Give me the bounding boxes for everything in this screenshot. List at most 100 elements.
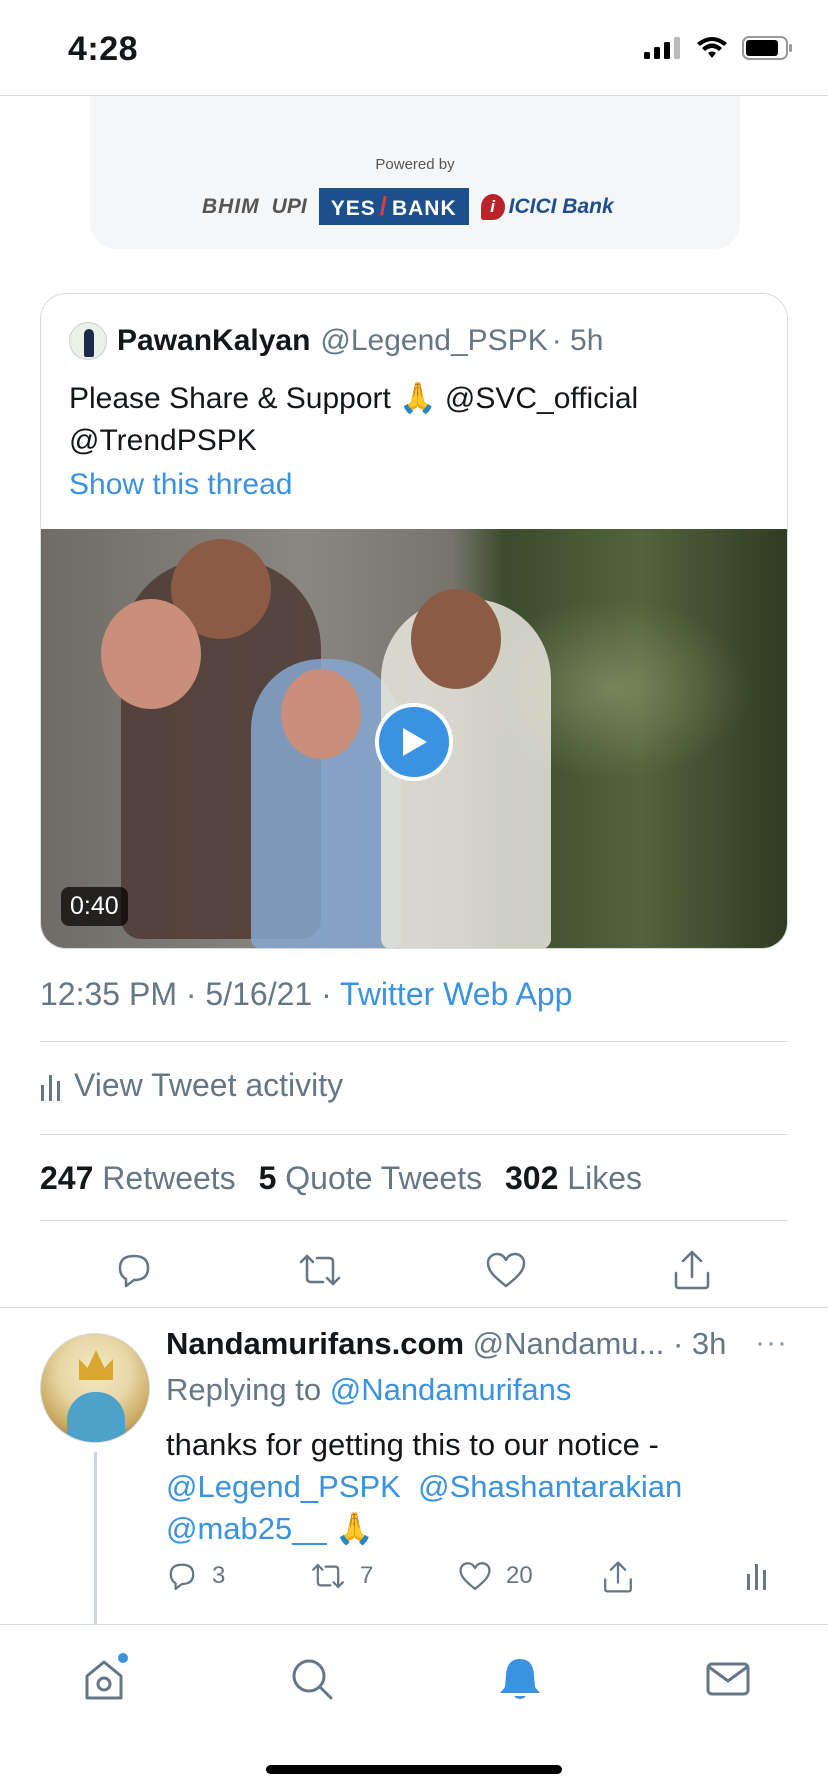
mention-link[interactable]: @Legend_PSPK	[166, 1469, 401, 1504]
tab-messages[interactable]	[700, 1651, 756, 1707]
bhim-logo: BHIM	[202, 194, 260, 218]
reply-retweet-button[interactable]: 7	[310, 1560, 373, 1592]
analytics-icon	[41, 1074, 60, 1101]
quoted-tweet-text-line1: Please Share & Support 🙏 @SVC_official	[69, 382, 639, 415]
bank-logos: BHIM UPI YES / BANK i ICICI Bank	[202, 188, 614, 225]
icici-logo: i ICICI Bank	[480, 193, 614, 220]
powered-by-label: Powered by	[375, 156, 455, 173]
bottom-tab-bar	[0, 1624, 828, 1792]
reply-author-avatar[interactable]	[40, 1333, 150, 1443]
reply-button[interactable]	[108, 1244, 160, 1296]
quoted-tweet-card[interactable]: PawanKalyan @Legend_PSPK · 5h Please Sha…	[40, 293, 788, 949]
retweets-stat[interactable]: 247 Retweets	[40, 1160, 236, 1196]
retweets-count: 247	[40, 1160, 94, 1196]
quoted-tweet-header: PawanKalyan @Legend_PSPK · 5h	[69, 322, 603, 360]
quote-tweets-count: 5	[258, 1160, 277, 1196]
likes-stat[interactable]: 302 Likes	[505, 1160, 642, 1196]
thread-line	[94, 1452, 97, 1632]
view-tweet-activity-label: View Tweet activity	[74, 1067, 344, 1103]
analytics-icon	[747, 1564, 766, 1590]
quoted-tweet-text-line2: @TrendPSPK	[69, 424, 257, 457]
status-bar: 4:28	[0, 0, 828, 96]
like-icon	[486, 1252, 526, 1288]
reply-icon	[118, 1254, 150, 1288]
quoted-author-avatar[interactable]	[69, 322, 107, 360]
status-time: 4:28	[68, 30, 139, 68]
quoted-author-name[interactable]: PawanKalyan	[117, 324, 310, 358]
tab-home[interactable]	[76, 1651, 132, 1707]
tweet-source-link[interactable]: Twitter Web App	[340, 976, 572, 1012]
like-count: 20	[506, 1562, 533, 1589]
video-player[interactable]: 0:40	[41, 529, 787, 948]
home-indicator	[266, 1765, 562, 1774]
play-icon	[403, 728, 427, 756]
likes-count: 302	[505, 1160, 559, 1196]
play-button[interactable]	[375, 703, 453, 781]
reply-share-button[interactable]	[602, 1560, 634, 1594]
tab-search[interactable]	[284, 1651, 340, 1707]
tweet-actions	[0, 1244, 828, 1310]
video-figure	[411, 589, 501, 689]
reply-text: thanks for getting this to our notice - …	[166, 1424, 786, 1550]
likes-label: Likes	[567, 1160, 642, 1196]
avatar-figure	[67, 1392, 125, 1442]
retweet-button[interactable]	[294, 1244, 346, 1296]
quoted-tweet-time: · 5h	[551, 324, 604, 357]
messages-icon	[706, 1662, 750, 1696]
icici-mark-icon: i	[480, 193, 505, 220]
divider	[40, 1220, 788, 1221]
reply-like-button[interactable]: 20	[458, 1560, 533, 1592]
replying-to-link[interactable]: @Nandamurifans	[330, 1372, 572, 1407]
reply-author-name[interactable]: Nandamurifans.com	[166, 1326, 464, 1361]
retweet-count: 7	[360, 1562, 374, 1589]
share-button[interactable]	[666, 1244, 718, 1296]
divider	[40, 1134, 788, 1135]
yes-bank-logo-word1: YES	[330, 197, 376, 220]
share-icon	[674, 1250, 710, 1290]
reply-icon	[169, 1563, 195, 1590]
share-icon	[604, 1561, 632, 1593]
like-button[interactable]	[480, 1244, 532, 1296]
video-figure	[101, 599, 201, 709]
mention-link[interactable]: @Shashantarakian	[418, 1469, 682, 1504]
yes-bank-logo: YES / BANK	[318, 188, 469, 225]
replying-to: Replying to @Nandamurifans	[166, 1372, 571, 1408]
icici-logo-text: ICICI Bank	[508, 194, 614, 218]
search-icon	[292, 1659, 333, 1700]
home-notification-dot	[118, 1653, 128, 1663]
reply-analytics-button[interactable]	[746, 1560, 768, 1590]
status-icons	[644, 36, 794, 60]
quoted-author-handle[interactable]: @Legend_PSPK	[320, 324, 547, 358]
quote-tweets-stat[interactable]: 5 Quote Tweets	[259, 1160, 483, 1196]
pray-emoji: 🙏	[335, 1511, 374, 1546]
wifi-icon	[697, 37, 727, 58]
reply-time: · 3h	[673, 1326, 727, 1361]
video-duration: 0:40	[61, 887, 128, 926]
reply-count: 3	[212, 1562, 226, 1589]
show-thread-link[interactable]: Show this thread	[69, 468, 292, 502]
mention-link[interactable]: @mab25__	[166, 1511, 327, 1546]
signal-icon	[644, 37, 680, 59]
video-figure	[281, 669, 361, 759]
tweet-timestamp: 12:35 PM · 5/16/21 · Twitter Web App	[40, 976, 572, 1013]
payment-banner[interactable]: Powered by BHIM UPI YES / BANK i ICICI Ban…	[90, 96, 740, 249]
home-icon	[85, 1660, 123, 1700]
quoted-tweet-text: Please Share & Support 🙏 @SVC_official @…	[69, 378, 759, 462]
tweet-time: 12:35 PM · 5/16/21 ·	[40, 976, 341, 1012]
reply-tweet[interactable]: Nandamurifans.com @Nandamu... · 3h ··· R…	[0, 1308, 828, 1632]
yes-bank-logo-word2: BANK	[391, 197, 457, 220]
replying-to-prefix: Replying to	[166, 1372, 330, 1407]
upi-logo: UPI	[271, 194, 307, 218]
view-tweet-activity[interactable]: View Tweet activity	[40, 1067, 343, 1104]
reply-text-line1: thanks for getting this to our notice -	[166, 1427, 659, 1462]
retweet-icon	[299, 1254, 341, 1286]
like-icon	[459, 1562, 491, 1590]
tab-notifications[interactable]	[492, 1651, 548, 1707]
engagement-counts: 247 Retweets 5 Quote Tweets 302 Likes	[40, 1160, 642, 1197]
avatar-crown	[79, 1350, 113, 1380]
reply-author-handle[interactable]: @Nandamu...	[473, 1326, 665, 1361]
battery-icon	[742, 36, 792, 60]
reply-reply-button[interactable]: 3	[166, 1560, 225, 1592]
more-options-icon[interactable]: ···	[755, 1326, 788, 1360]
reply-actions: 3 7 20	[166, 1560, 786, 1600]
